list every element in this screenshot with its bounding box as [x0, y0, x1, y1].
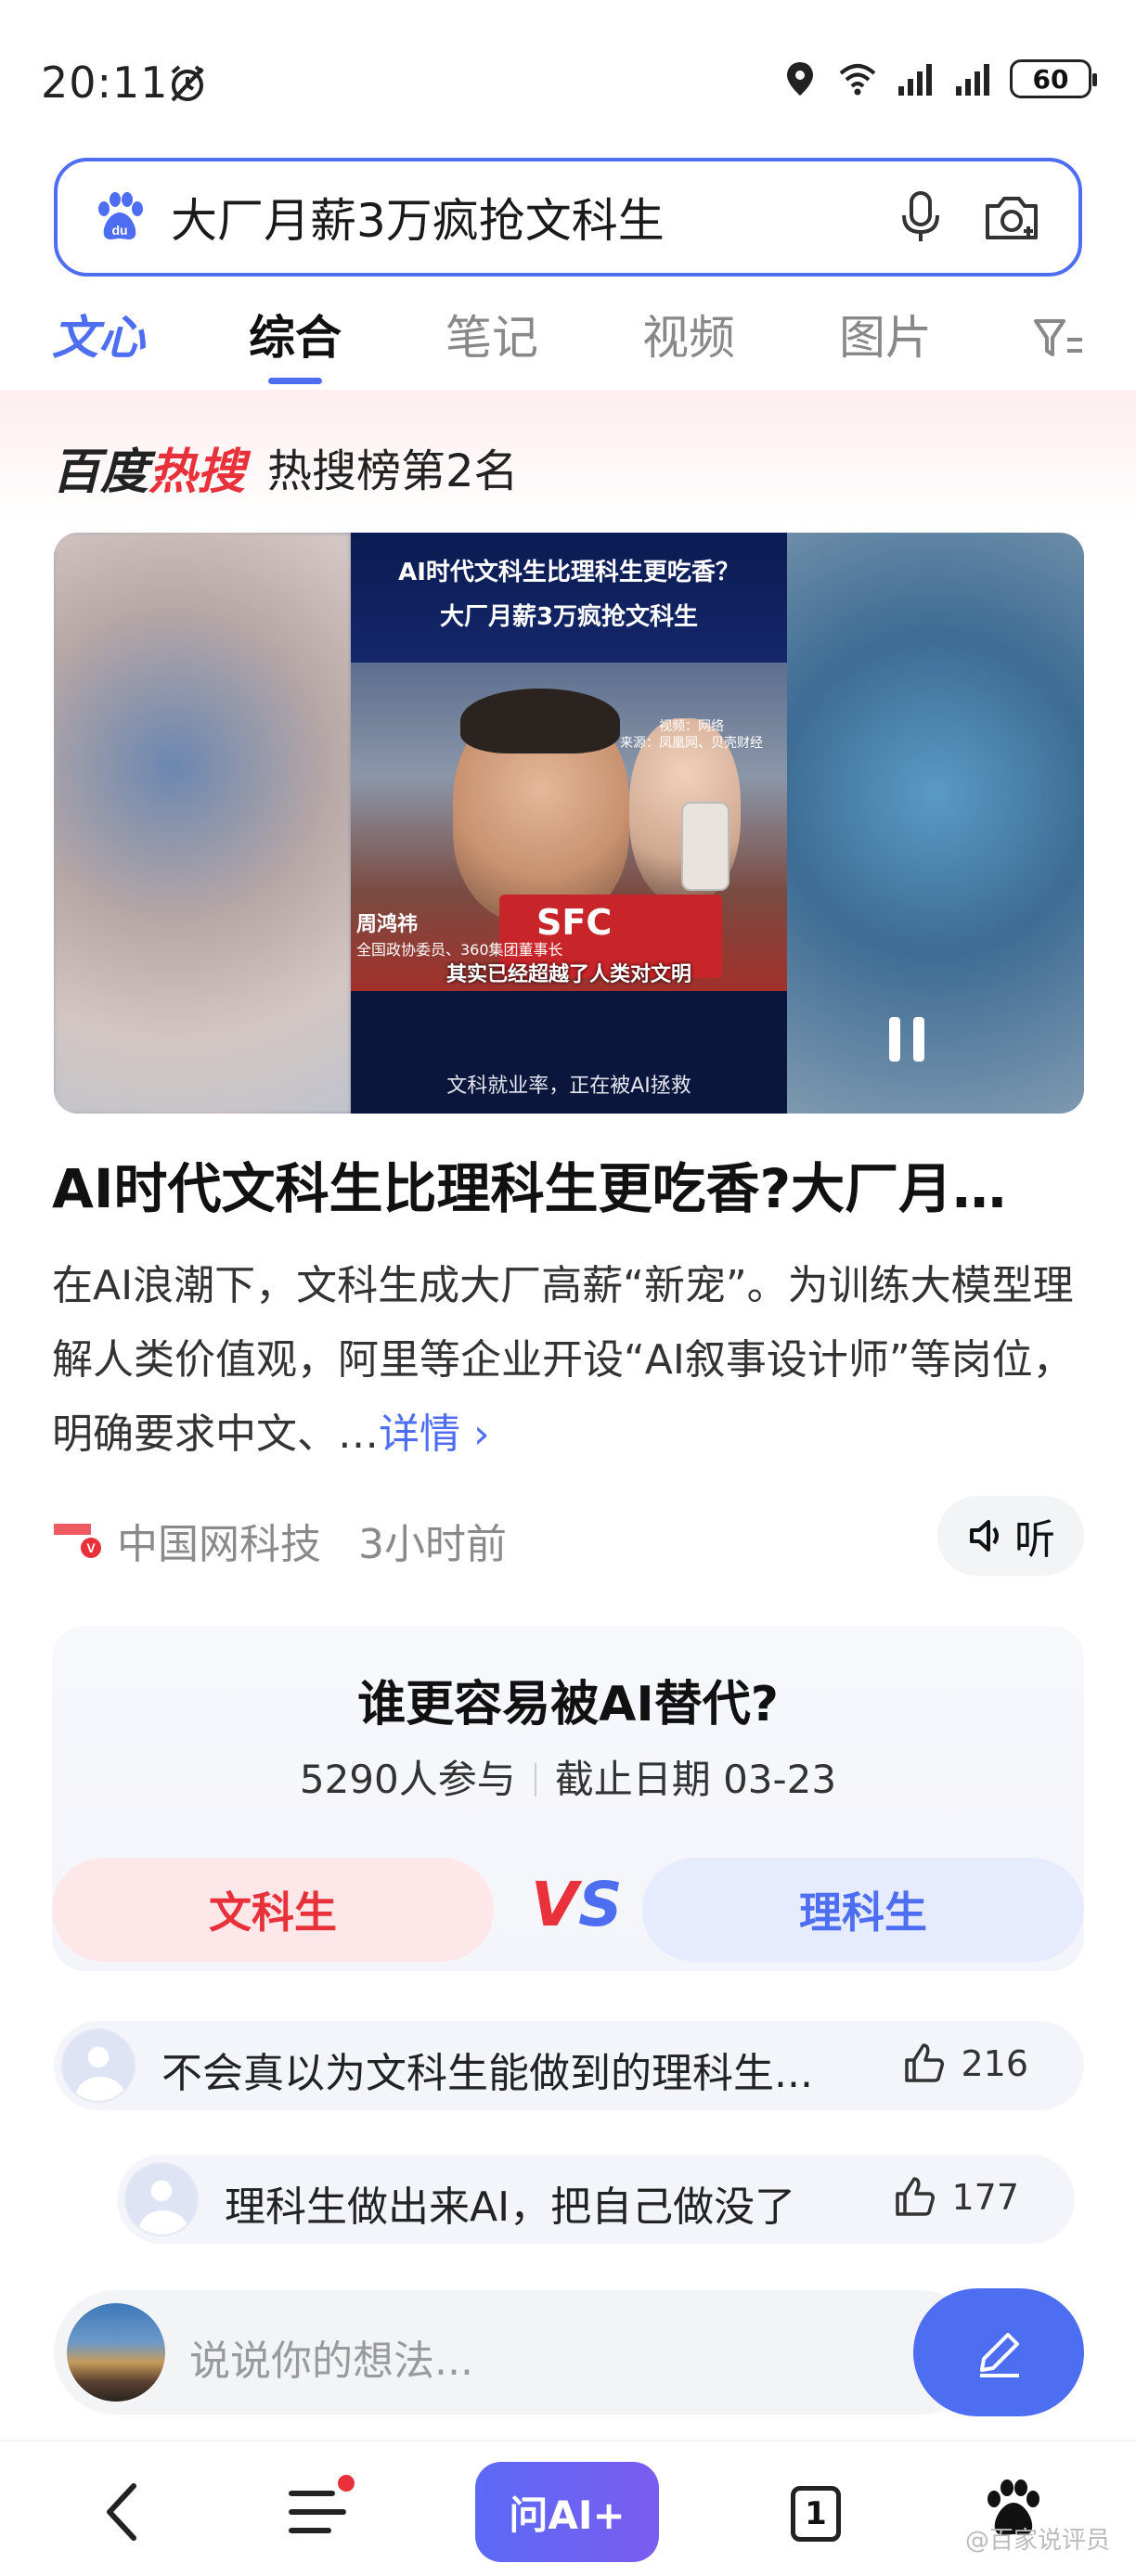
bottom-nav: 问AI+ 1 @百家说评员 — [0, 2441, 1136, 2576]
like-count: 177 — [951, 2177, 1019, 2218]
speaker-icon — [970, 1520, 999, 1552]
video-person-role: 全国政协委员、360集团董事长 — [356, 941, 563, 959]
like-button[interactable]: 216 — [901, 2041, 1028, 2086]
compose-button[interactable] — [913, 2288, 1084, 2416]
poll-option-science[interactable]: 理科生 — [642, 1858, 1084, 1962]
status-bar: 20:11 60 — [0, 0, 1136, 158]
video-person-hair — [460, 689, 620, 753]
tab-images[interactable]: 图片 — [839, 297, 932, 390]
comment-item[interactable]: 不会真以为文科生能做到的理科生... 216 — [54, 2021, 1084, 2110]
user-avatar[interactable] — [67, 2303, 165, 2402]
comment-item[interactable]: 理科生做出来AI，把自己做没了 177 — [117, 2155, 1075, 2244]
listen-label: 听 — [1014, 1516, 1055, 1564]
like-button[interactable]: 177 — [892, 2175, 1019, 2220]
tab-notes[interactable]: 笔记 — [445, 297, 538, 390]
vs-badge: VS — [531, 1869, 623, 1940]
video-phone — [681, 802, 729, 891]
svg-text:du: du — [111, 223, 127, 238]
video-bottom-caption: 文科就业率，正在被AI拯救 — [446, 1075, 691, 1098]
article-summary[interactable]: 在AI浪潮下，文科生成大厂高薪“新宠”。为训练大模型理解人类价值观，阿里等企业开… — [52, 1249, 1084, 1472]
thumbs-up-icon — [905, 2043, 945, 2082]
video-title-line2: 大厂月薪3万疯抢文科生 — [439, 603, 699, 631]
video-header: AI时代文科生比理科生更吃香？ 大厂月薪3万疯抢文科生 — [351, 533, 787, 663]
like-count: 216 — [961, 2043, 1028, 2084]
baidu-hot-logo: 百度热搜 — [52, 444, 246, 500]
video-subtitle: 其实已经超越了人类对文明 — [445, 963, 691, 986]
pause-icon[interactable] — [885, 1013, 928, 1065]
search-box[interactable]: du 大厂月薪3万疯抢文科生 — [54, 158, 1082, 277]
video-player[interactable]: AI时代文科生比理科生更吃香？ 大厂月薪3万疯抢文科生 SFC 视频：网络 来源：… — [54, 533, 1084, 1114]
notification-dot — [338, 2475, 355, 2492]
poll-option-arts[interactable]: 文科生 — [52, 1858, 494, 1962]
article-title[interactable]: AI时代文科生比理科生更吃香?大厂月… — [52, 1145, 1084, 1223]
svg-text:V: V — [86, 1540, 96, 1555]
comment-text: 理科生做出来AI，把自己做没了 — [225, 2183, 796, 2231]
tab-general[interactable]: 综合 — [249, 297, 342, 390]
listen-button[interactable]: 听 — [937, 1496, 1084, 1576]
video-frame: AI时代文科生比理科生更吃香？ 大厂月薪3万疯抢文科生 SFC 视频：网络 来源：… — [351, 533, 787, 1114]
article-source-row: V 中国网科技 3小时前 听 — [52, 1496, 1084, 1576]
search-tabs: 文心 综合 笔记 视频 图片 — [0, 297, 1136, 390]
comment-input[interactable]: 说说你的想法... — [189, 2327, 473, 2387]
ask-ai-button[interactable]: 问AI+ — [475, 2462, 659, 2562]
hot-rank-text: 热搜榜第2名 — [267, 445, 519, 497]
tab-video[interactable]: 视频 — [642, 297, 735, 390]
back-icon[interactable] — [97, 2480, 148, 2544]
comment-input-bar[interactable]: 说说你的想法... — [54, 2290, 982, 2415]
location-icon — [787, 62, 813, 96]
video-scene: SFC 视频：网络 来源：凤凰网、贝壳财经 周鸿祎 全国政协委员、360集团董事长… — [351, 663, 787, 991]
menu-icon[interactable] — [288, 2484, 347, 2540]
baidu-paw-icon: du — [98, 192, 143, 239]
poll-deadline: 截止日期 03-23 — [554, 1757, 837, 1802]
pencil-icon — [980, 2333, 1019, 2377]
signal-icon-2 — [956, 64, 989, 96]
tab-wenxin[interactable]: 文心 — [52, 297, 145, 390]
alarm-icon — [171, 65, 204, 102]
video-blur-right — [787, 533, 1084, 1114]
hot-search-band[interactable]: 百度热搜 热搜榜第2名 — [0, 390, 1136, 529]
poll-question: 谁更容易被AI替代? — [357, 1677, 779, 1732]
poll-card: 谁更容易被AI替代? 5290人参与 截止日期 03-23 文科生 VS 理科生 — [52, 1626, 1084, 1971]
camera-search-icon[interactable] — [982, 189, 1041, 245]
signal-icon — [898, 64, 932, 96]
publish-time: 3小时前 — [358, 1521, 507, 1568]
video-source: 视频：网络 来源：凤凰网、贝壳财经 — [620, 719, 763, 751]
filter-icon[interactable] — [1032, 316, 1084, 362]
status-time: 20:11 — [41, 58, 169, 108]
video-person-name: 周鸿祎 — [356, 913, 419, 936]
video-blur-left — [54, 533, 351, 1114]
wifi-icon — [839, 64, 876, 96]
avatar[interactable] — [61, 2029, 136, 2103]
search-input[interactable]: 大厂月薪3万疯抢文科生 — [171, 184, 897, 251]
tab-count-button[interactable]: 1 — [791, 2486, 841, 2542]
source-logo-icon: V — [54, 1524, 101, 1558]
details-link[interactable]: 详情 › — [379, 1410, 490, 1458]
microphone-icon[interactable] — [897, 189, 945, 245]
avatar[interactable] — [124, 2162, 199, 2236]
watermark: @百家说评员 — [964, 2527, 1110, 2555]
battery-indicator: 60 — [1010, 59, 1097, 98]
source-name[interactable]: 中国网科技 — [117, 1511, 321, 1570]
comment-text: 不会真以为文科生能做到的理科生... — [161, 2050, 813, 2097]
thumbs-up-icon — [896, 2177, 936, 2216]
video-title-line1: AI时代文科生比理科生更吃香？ — [398, 559, 740, 586]
poll-meta: 5290人参与 截止日期 03-23 — [52, 1748, 1084, 1805]
poll-participants: 5290人参与 — [299, 1757, 516, 1802]
